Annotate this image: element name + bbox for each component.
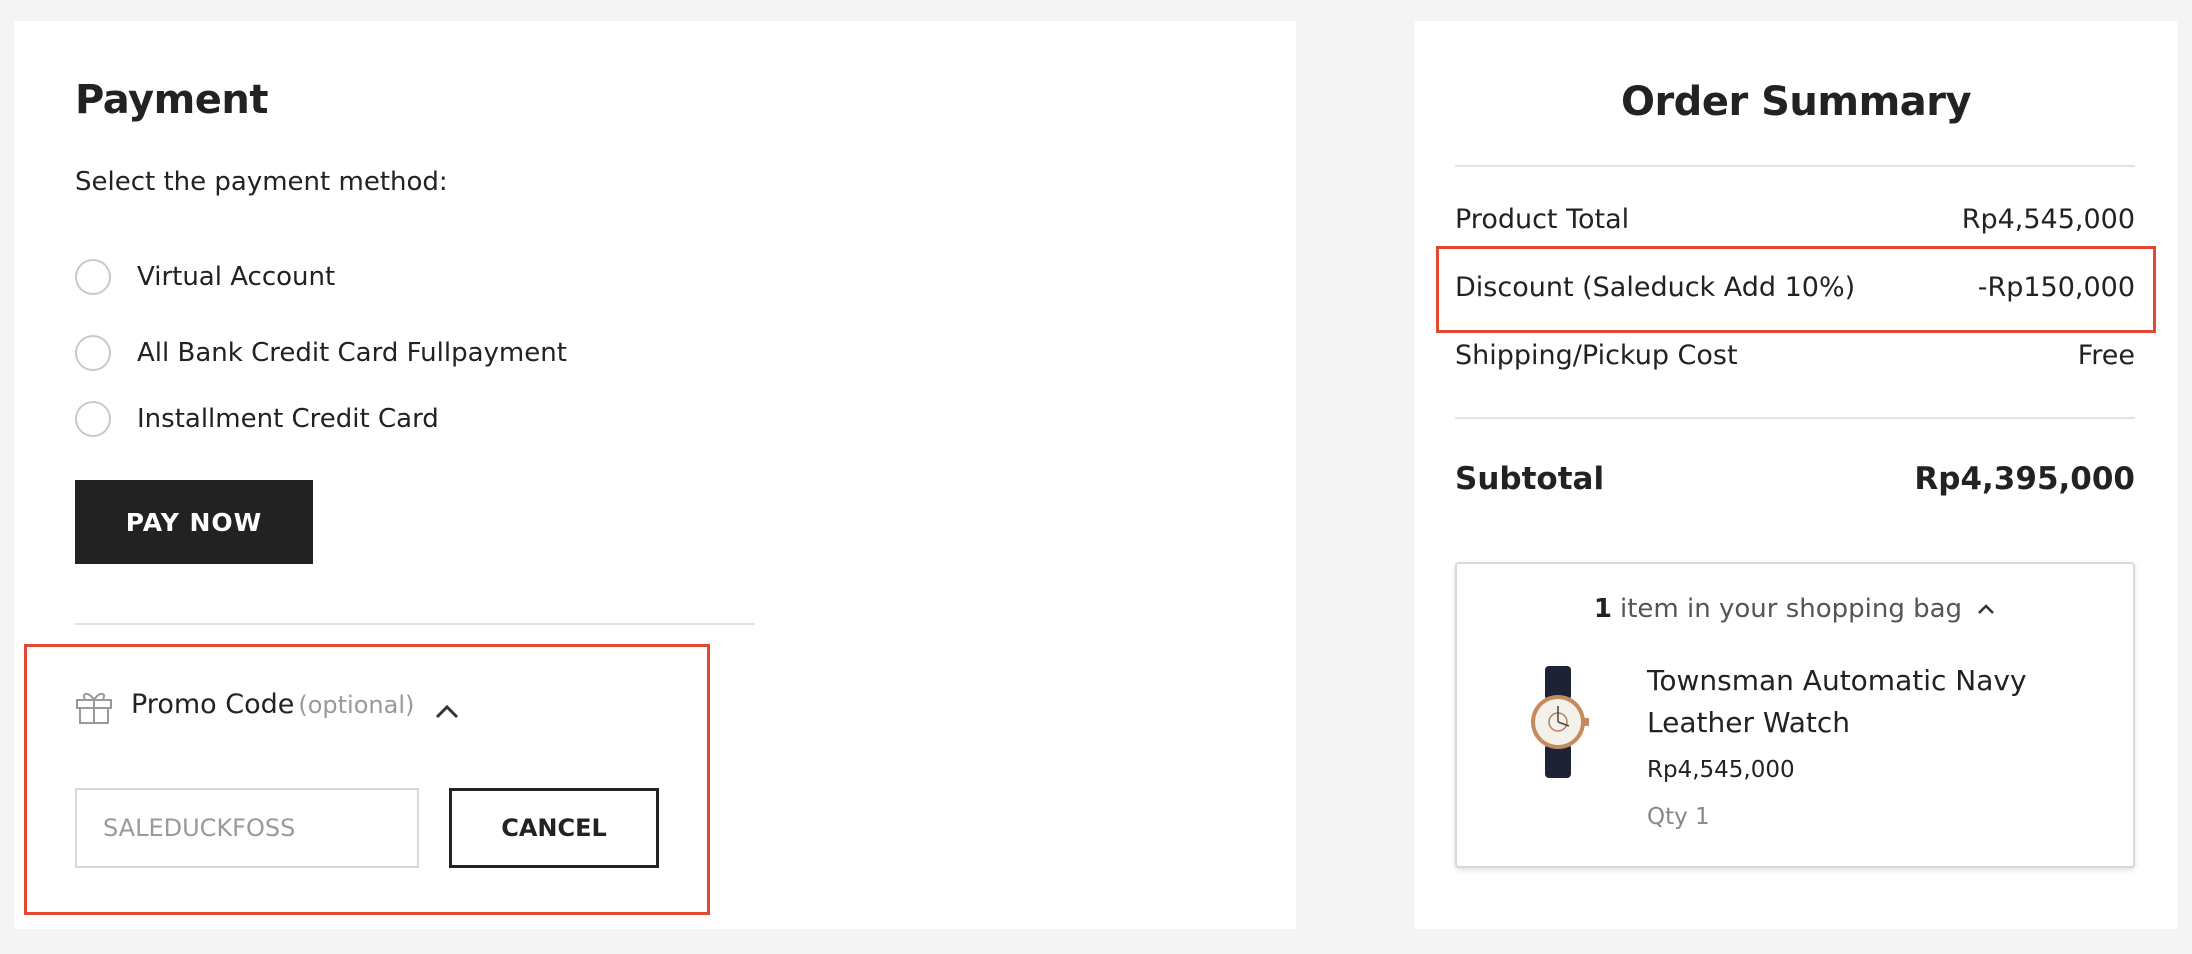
promo-optional-hint: (optional) [298,691,415,719]
discount-row: Discount (Saleduck Add 10%) -Rp150,000 [1455,272,2135,303]
payment-option-virtual-account[interactable]: Virtual Account [75,259,335,295]
chevron-up-icon[interactable] [1976,602,1996,616]
product-total-row: Product Total Rp4,545,000 [1455,204,2135,235]
radio-button[interactable] [75,259,111,295]
subtotal-value: Rp4,395,000 [1914,461,2135,497]
discount-label: Discount (Saleduck Add 10%) [1455,272,1856,303]
bag-item-count: 1 [1593,594,1613,624]
product-name[interactable]: Townsman Automatic Navy Leather Watch [1647,660,2087,744]
radio-button[interactable] [75,335,111,371]
chevron-up-icon[interactable] [434,702,460,720]
payment-option-credit-card-full[interactable]: All Bank Credit Card Fullpayment [75,335,567,371]
promo-code-label: Promo Code [131,689,295,720]
product-total-label: Product Total [1455,204,1630,235]
product-total-value: Rp4,545,000 [1961,204,2135,235]
order-summary-panel: Order Summary Product Total Rp4,545,000 … [1415,21,2177,929]
promo-code-toggle[interactable]: Promo Code (optional) [131,689,414,720]
subtotal-label: Subtotal [1455,461,1605,497]
order-summary-title: Order Summary [1620,79,1972,125]
radio-button[interactable] [75,401,111,437]
shopping-bag-box: 1 item in your shopping bag Townsman Aut… [1455,562,2135,868]
cancel-promo-button[interactable]: CANCEL [449,788,659,868]
promo-highlight-box [24,644,710,915]
payment-option-installment[interactable]: Installment Credit Card [75,401,439,437]
shipping-row: Shipping/Pickup Cost Free [1455,340,2135,371]
payment-panel: Payment Select the payment method: Virtu… [14,21,1296,929]
payment-title: Payment [75,77,268,123]
shopping-bag-toggle[interactable]: 1 item in your shopping bag [1457,594,2133,624]
bag-label: item in your shopping bag [1620,594,1963,624]
divider [1455,165,2135,167]
product-image [1531,666,1589,778]
subtotal-row: Subtotal Rp4,395,000 [1455,461,2135,497]
payment-method-prompt: Select the payment method: [75,167,448,197]
product-qty: Qty 1 [1647,804,1710,830]
payment-option-label: Virtual Account [137,262,336,292]
discount-value: -Rp150,000 [1977,272,2135,303]
divider [1455,417,2135,419]
gift-icon [76,692,112,724]
divider [75,623,755,625]
shipping-value: Free [2077,340,2135,371]
promo-code-input[interactable] [75,788,419,868]
pay-now-button[interactable]: PAY NOW [75,480,313,564]
product-price: Rp4,545,000 [1647,757,1795,783]
payment-option-label: All Bank Credit Card Fullpayment [137,338,567,368]
shipping-label: Shipping/Pickup Cost [1455,340,1738,371]
payment-option-label: Installment Credit Card [137,404,439,434]
